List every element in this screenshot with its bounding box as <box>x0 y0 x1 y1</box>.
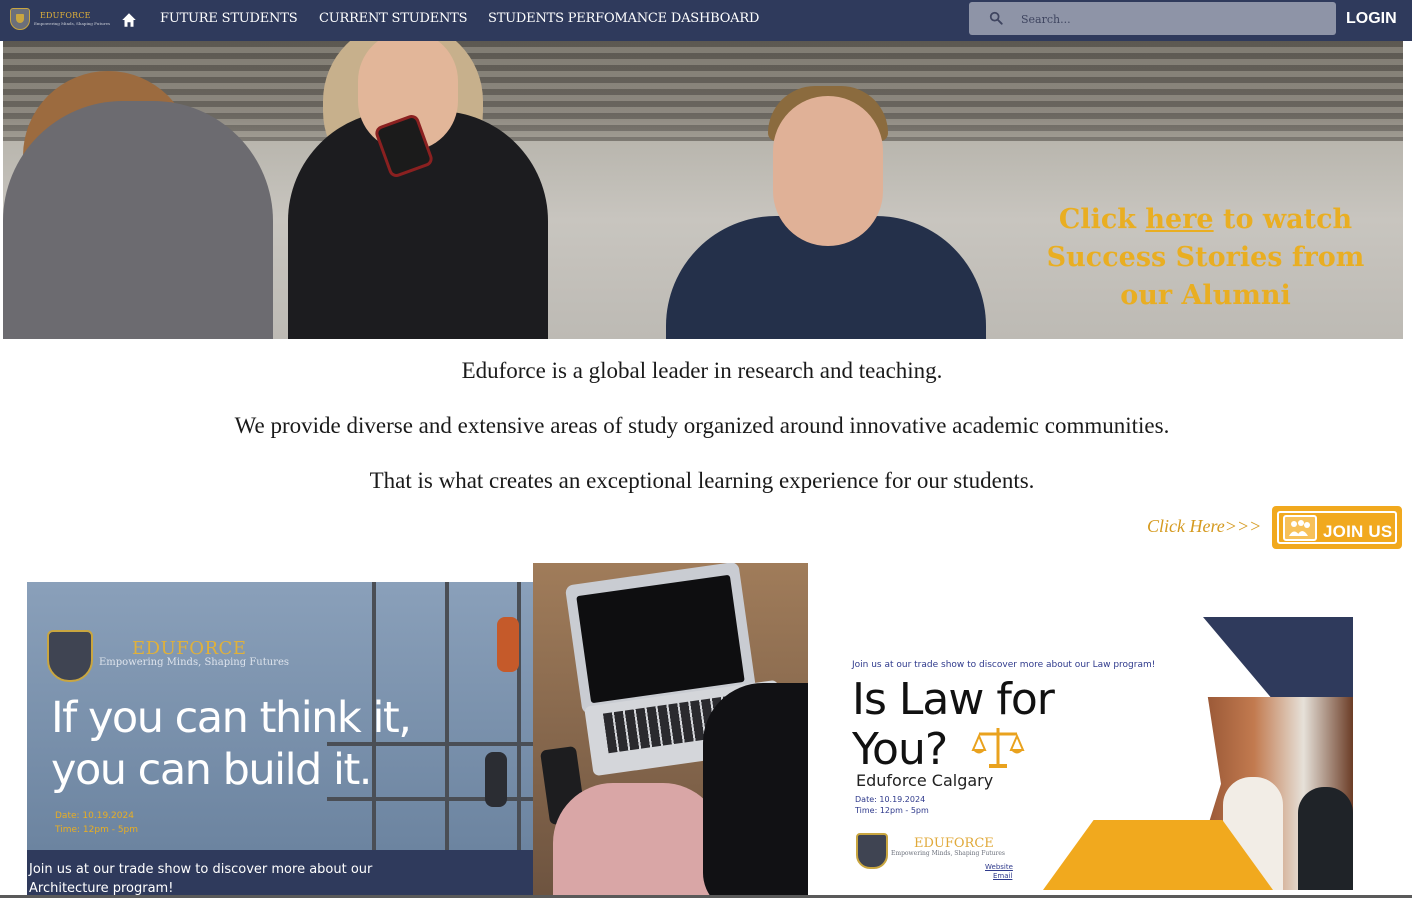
card-tagline: Empowering Minds, Shaping Futures <box>891 850 1005 857</box>
law-promo-card[interactable]: Join us at our trade show to discover mo… <box>808 617 1353 890</box>
search-box <box>969 2 1336 35</box>
intro-line: We provide diverse and extensive areas o… <box>234 413 1170 438</box>
search-icon[interactable] <box>989 11 1003 25</box>
eduforce-logo[interactable]: EDUFORCE Empowering Minds, Shaping Futur… <box>10 8 110 30</box>
intro-line: That is what creates an exceptional lear… <box>369 468 1035 493</box>
hero-photo-sweater <box>3 101 273 339</box>
worker-figure <box>497 617 519 672</box>
card-date: Date: 10.19.2024 <box>855 795 926 804</box>
card-brand: EDUFORCE <box>132 638 247 659</box>
card-tagline: Empowering Minds, Shaping Futures <box>99 657 289 668</box>
nav-performance-dashboard[interactable]: STUDENTS PERFOMANCE DASHBOARD <box>488 11 759 26</box>
card-subtitle: Eduforce Calgary <box>856 771 994 790</box>
email-link[interactable]: Email <box>993 872 1012 880</box>
card-intro-text: Join us at our trade show to discover mo… <box>852 660 1156 670</box>
hero-banner[interactable]: Click here to watch Success Stories from… <box>3 41 1403 339</box>
group-icon <box>1283 515 1317 541</box>
intro-text: Eduforce is a global leader in research … <box>0 358 1404 523</box>
crest-icon <box>856 833 888 869</box>
hero-caption-start: Click <box>1058 204 1146 235</box>
join-us-button[interactable]: JOIN US <box>1272 506 1402 549</box>
architecture-promo-card[interactable]: EDUFORCE Empowering Minds, Shaping Futur… <box>27 582 533 898</box>
nav-current-students[interactable]: CURRENT STUDENTS <box>319 11 468 26</box>
student-figure <box>1298 787 1353 890</box>
login-button[interactable]: LOGIN <box>1346 10 1397 28</box>
intro-line: Eduforce is a global leader in research … <box>461 358 943 383</box>
card-date: Date: 10.19.2024 <box>55 811 134 821</box>
card-date-time: Date: 10.19.2024 Time: 12pm - 5pm <box>55 809 138 837</box>
alumni-stories-link[interactable]: here <box>1145 204 1213 235</box>
crest-icon <box>10 8 30 30</box>
scales-of-justice-icon <box>971 728 1025 768</box>
worker-figure <box>485 752 507 807</box>
card-time: Time: 12pm - 5pm <box>855 806 929 815</box>
student-sleeve <box>553 783 723 895</box>
hero-photo-face-right <box>773 96 883 246</box>
laptop-screen <box>576 574 745 704</box>
decor-navy-shape <box>1203 617 1353 697</box>
join-prompt[interactable]: Click Here>>> <box>1147 516 1261 537</box>
nav-future-students[interactable]: FUTURE STUDENTS <box>160 11 298 26</box>
search-input[interactable] <box>1021 9 1321 29</box>
top-nav-bar: EDUFORCE Empowering Minds, Shaping Futur… <box>0 0 1412 41</box>
card-headline: If you can think it, you can build it. <box>51 693 412 795</box>
crest-icon <box>47 630 93 682</box>
card-date-time: Date: 10.19.2024 Time: 12pm - 5pm <box>855 794 929 816</box>
logo-tagline: Empowering Minds, Shaping Futures <box>34 21 110 26</box>
hero-caption: Click here to watch Success Stories from… <box>1043 201 1368 315</box>
website-link[interactable]: Website <box>985 863 1013 871</box>
student-hair <box>703 683 808 895</box>
laptop-study-photo[interactable] <box>533 563 808 895</box>
logo-text: EDUFORCE <box>40 11 91 20</box>
card-brand: EDUFORCE <box>914 836 994 851</box>
join-us-label: JOIN US <box>1323 522 1393 541</box>
card-time: Time: 12pm - 5pm <box>55 825 139 835</box>
home-icon[interactable] <box>120 11 138 29</box>
card-footer-text: Join us at our trade show to discover mo… <box>29 862 373 896</box>
join-us-frame: JOIN US <box>1277 511 1397 544</box>
